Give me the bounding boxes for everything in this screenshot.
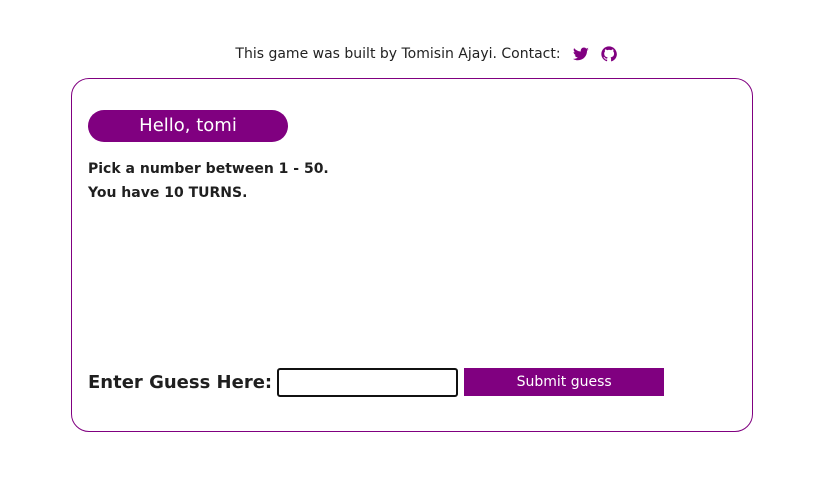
credit-bar: This game was built by Tomisin Ajayi. Co… (0, 44, 832, 64)
greeting-badge: Hello, tomi (88, 110, 288, 142)
guess-input[interactable] (277, 367, 459, 397)
guess-form: Enter Guess Here: Submit guess (88, 367, 665, 397)
submit-guess-button[interactable]: Submit guess (464, 368, 665, 396)
credit-text: This game was built by Tomisin Ajayi. Co… (235, 46, 561, 62)
twitter-icon[interactable] (572, 46, 589, 62)
game-card: Hello, tomi Pick a number between 1 - 50… (71, 78, 753, 432)
turns-instruction: You have 10 TURNS. (88, 185, 248, 201)
guess-label: Enter Guess Here: (88, 371, 273, 393)
range-instruction: Pick a number between 1 - 50. (88, 161, 329, 177)
github-icon[interactable] (600, 46, 617, 62)
